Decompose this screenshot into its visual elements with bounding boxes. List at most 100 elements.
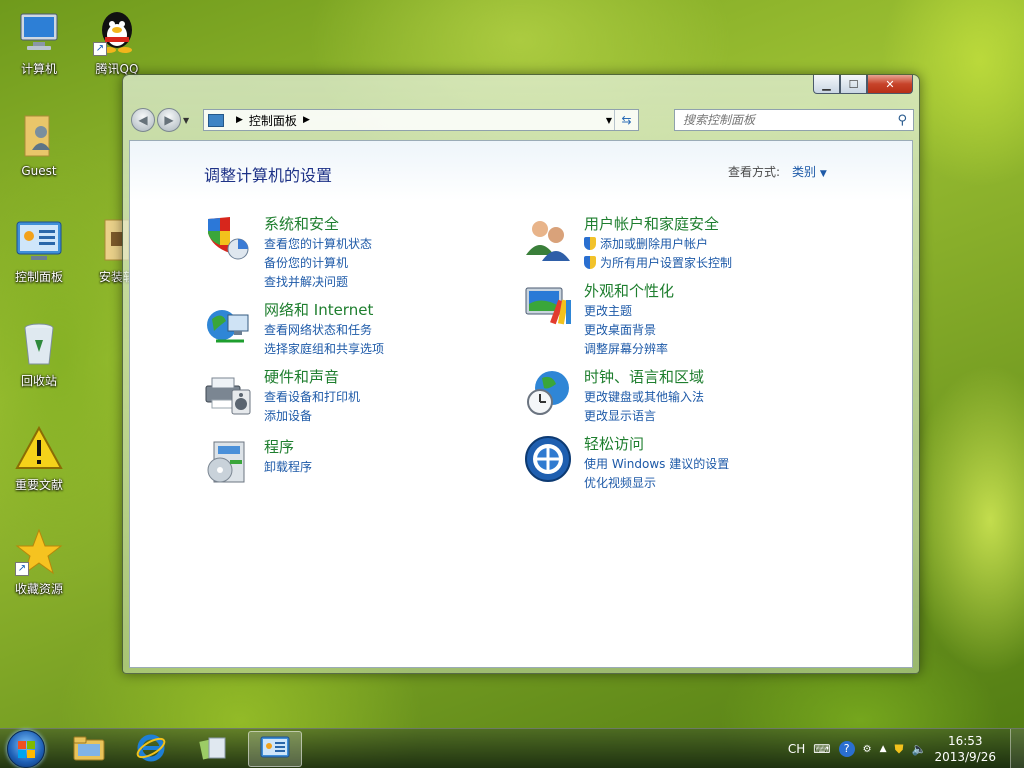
- task-link[interactable]: 添加或删除用户帐户: [584, 235, 732, 254]
- desktop-icon-qq[interactable]: ↗ 腾讯QQ: [82, 8, 152, 77]
- task-link[interactable]: 更改显示语言: [584, 407, 704, 426]
- recycle-bin-icon: [15, 320, 63, 368]
- desktop-icon-important-docs[interactable]: 重要文献: [4, 424, 74, 493]
- task-link[interactable]: 卸载程序: [264, 458, 312, 477]
- taskbar-control-panel-button[interactable]: [248, 731, 302, 767]
- minimize-icon: ▁: [822, 77, 831, 91]
- security-shield-icon[interactable]: ⛊: [895, 742, 904, 757]
- breadcrumb-chevron-icon[interactable]: ▶: [303, 115, 310, 125]
- taskbar-explorer-button[interactable]: [62, 731, 116, 767]
- category-title-link[interactable]: 网络和 Internet: [264, 299, 373, 320]
- category-title-link[interactable]: 程序: [264, 436, 294, 457]
- taskbar-ie-button[interactable]: [124, 731, 178, 767]
- star-icon: ↗: [15, 528, 63, 576]
- content-pane: 调整计算机的设置 查看方式: 类别 ▼ 系统和安全 查看您的计算机状态 备份您的…: [129, 140, 913, 668]
- control-panel-window: ▁ ☐ ✕ ◀ ▶ ▼ ▶ 控制面板 ▶ ▼ ⇆ ⚲ 调整计算机的设置 查看方式…: [122, 74, 920, 674]
- category-links: 卸载程序: [264, 458, 312, 477]
- navigation-bar: ◀ ▶ ▼ ▶ 控制面板 ▶ ▼ ⇆ ⚲: [131, 107, 914, 133]
- category-links: 查看您的计算机状态 备份您的计算机 查找并解决问题: [264, 235, 372, 292]
- task-link[interactable]: 更改主题: [584, 302, 668, 321]
- task-link[interactable]: 使用 Windows 建议的设置: [584, 455, 729, 474]
- view-by-value: 类别: [792, 165, 817, 179]
- volume-icon[interactable]: 🔈: [912, 742, 927, 756]
- show-hidden-icons-icon[interactable]: ▲: [880, 744, 887, 754]
- clock-time: 16:53: [947, 734, 983, 748]
- user-folder-icon: [15, 112, 63, 160]
- keyboard-icon[interactable]: ⌨: [813, 742, 830, 756]
- category-title-link[interactable]: 轻松访问: [584, 433, 644, 454]
- desktop-icon-label: 计算机: [20, 62, 57, 76]
- desktop-icon-computer[interactable]: 计算机: [4, 8, 74, 77]
- clock-date: 2013/9/26: [934, 750, 996, 764]
- category-links: 更改键盘或其他输入法 更改显示语言: [584, 388, 704, 426]
- task-link[interactable]: 调整屏幕分辨率: [584, 340, 668, 359]
- address-bar[interactable]: ▶ 控制面板 ▶ ▼ ⇆: [203, 109, 639, 131]
- category-links: 查看设备和打印机 添加设备: [264, 388, 360, 426]
- task-link[interactable]: 优化视频显示: [584, 474, 729, 493]
- task-link[interactable]: 更改桌面背景: [584, 321, 668, 340]
- taskbar-libraries-button[interactable]: [186, 731, 240, 767]
- desktop-icon-favorites[interactable]: ↗ 收藏资源: [4, 528, 74, 597]
- warning-icon: [15, 424, 63, 472]
- refresh-icon[interactable]: ⇆: [614, 110, 638, 130]
- category-title-link[interactable]: 用户帐户和家庭安全: [584, 213, 719, 234]
- task-link[interactable]: 查看您的计算机状态: [264, 235, 372, 254]
- back-arrow-icon: ◀: [138, 113, 148, 127]
- category-title-link[interactable]: 硬件和声音: [264, 366, 339, 387]
- category-title-link[interactable]: 系统和安全: [264, 213, 339, 234]
- taskbar: CH ⌨ ? ⚙ ▲ ⛊ 🔈 16:53 2013/9/26: [0, 728, 1024, 768]
- desktop-icon-guest[interactable]: Guest: [4, 112, 74, 178]
- programs-icon: [204, 438, 252, 486]
- task-link[interactable]: 备份您的计算机: [264, 254, 372, 273]
- folder-icon: [72, 734, 106, 765]
- forward-arrow-icon: ▶: [164, 113, 174, 127]
- category-links: 添加或删除用户帐户 为所有用户设置家长控制: [584, 235, 732, 273]
- forward-button[interactable]: ▶: [157, 108, 181, 132]
- show-desktop-button[interactable]: [1010, 729, 1024, 768]
- close-button[interactable]: ✕: [867, 75, 913, 94]
- caption-buttons: ▁ ☐ ✕: [813, 75, 913, 94]
- network-internet-icon: [204, 301, 252, 349]
- category-title-link[interactable]: 外观和个性化: [584, 280, 674, 301]
- desktop-icon-control-panel[interactable]: 控制面板: [4, 216, 74, 285]
- chevron-down-icon: ▼: [819, 169, 827, 179]
- clock[interactable]: 16:53 2013/9/26: [934, 733, 996, 765]
- category-title-link[interactable]: 时钟、语言和区域: [584, 366, 704, 387]
- desktop-icon-label: 回收站: [20, 374, 57, 388]
- recent-pages-dropdown[interactable]: ▼: [183, 116, 193, 125]
- maximize-button[interactable]: ☐: [840, 75, 867, 94]
- task-link[interactable]: 添加设备: [264, 407, 360, 426]
- close-icon: ✕: [885, 77, 895, 91]
- task-link[interactable]: 为所有用户设置家长控制: [584, 254, 732, 273]
- input-settings-icon[interactable]: ⚙: [863, 744, 872, 755]
- category-links: 使用 Windows 建议的设置 优化视频显示: [584, 455, 729, 493]
- breadcrumb-control-panel[interactable]: 控制面板: [249, 112, 297, 129]
- notification-area: CH ⌨ ? ⚙ ▲ ⛊ 🔈 16:53 2013/9/26: [788, 729, 1024, 768]
- search-input[interactable]: [683, 113, 883, 127]
- task-link[interactable]: 查看网络状态和任务: [264, 321, 384, 340]
- view-by-dropdown[interactable]: 类别 ▼: [792, 163, 827, 180]
- search-box[interactable]: ⚲: [674, 109, 914, 131]
- start-button[interactable]: [7, 730, 45, 768]
- task-link[interactable]: 查看设备和打印机: [264, 388, 360, 407]
- libraries-icon: [197, 734, 229, 765]
- category-links: 查看网络状态和任务 选择家庭组和共享选项: [264, 321, 384, 359]
- task-link[interactable]: 更改键盘或其他输入法: [584, 388, 704, 407]
- uac-shield-icon: [584, 237, 596, 250]
- help-icon[interactable]: ?: [838, 741, 855, 757]
- breadcrumb-chevron-icon[interactable]: ▶: [236, 115, 243, 125]
- back-button[interactable]: ◀: [131, 108, 155, 132]
- control-panel-icon: [259, 734, 291, 765]
- system-security-icon: [204, 215, 252, 263]
- task-link[interactable]: 查找并解决问题: [264, 273, 372, 292]
- task-link-label: 为所有用户设置家长控制: [600, 256, 733, 270]
- language-indicator[interactable]: CH: [788, 742, 805, 756]
- search-icon[interactable]: ⚲: [897, 113, 907, 128]
- control-panel-icon: [208, 113, 224, 127]
- maximize-icon: ☐: [848, 77, 859, 91]
- address-dropdown-icon[interactable]: ▼: [606, 116, 612, 125]
- minimize-button[interactable]: ▁: [813, 75, 840, 94]
- desktop-icon-recycle-bin[interactable]: 回收站: [4, 320, 74, 389]
- category-links: 更改主题 更改桌面背景 调整屏幕分辨率: [584, 302, 668, 359]
- task-link[interactable]: 选择家庭组和共享选项: [264, 340, 384, 359]
